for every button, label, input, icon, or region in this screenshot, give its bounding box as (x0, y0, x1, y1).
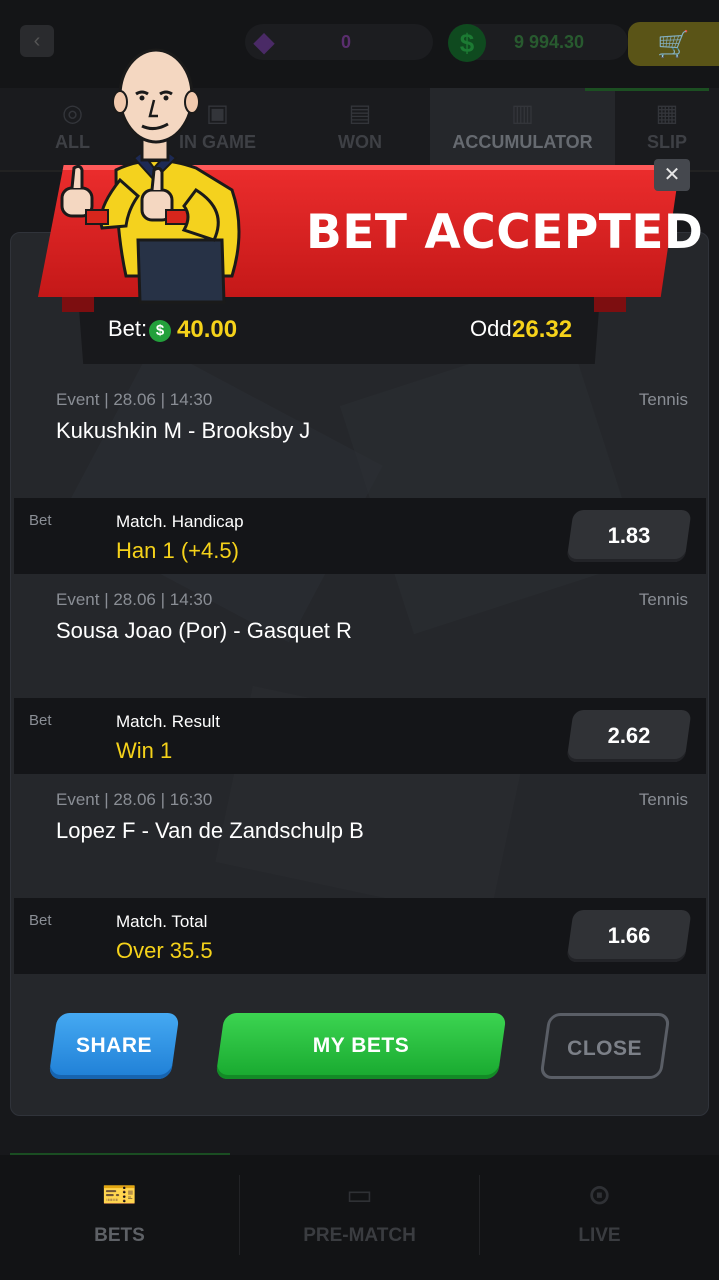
bottom-nav-label: PRE-MATCH (303, 1225, 416, 1246)
odd-badge: 1.83 (566, 510, 692, 562)
dollar-icon: $ (149, 320, 171, 342)
event-teams: Kukushkin M - Brooksby J (56, 418, 311, 443)
live-icon: ⊙ (587, 1179, 612, 1210)
close-button[interactable]: CLOSE (539, 1013, 671, 1079)
tab-active-indicator (585, 88, 709, 91)
share-button[interactable]: SHARE (48, 1013, 180, 1079)
odd-value: 1.83 (607, 523, 651, 548)
bottom-nav-divider (479, 1175, 480, 1255)
gem-balance-value: 0 (341, 32, 352, 52)
event-teams: Sousa Joao (Por) - Gasquet R (56, 618, 352, 643)
bet-tag: Bet (29, 712, 52, 729)
scoreboard-icon: ▭ (346, 1179, 373, 1210)
tab-label: ACCUMULATOR (452, 132, 593, 152)
mascot-thumbs-up-illustration (60, 48, 241, 304)
back-button[interactable]: ‹ (20, 25, 54, 57)
accumulator-icon: ▥ (511, 100, 534, 127)
bet-tag: Bet (29, 512, 52, 529)
cash-balance-value: 9 994.30 (514, 32, 585, 52)
gem-icon: ◆ (253, 26, 275, 57)
dollar-icon: $ (448, 24, 486, 62)
odd-badge: 2.62 (566, 710, 692, 762)
gem-balance: ◆ 0 (245, 24, 433, 60)
event-sport: Tennis (638, 790, 688, 809)
tab-won[interactable]: ▤ WON (290, 88, 430, 172)
event-sport: Tennis (638, 390, 688, 409)
bet-row: Bet Match. Result Win 1 2.62 (14, 698, 706, 774)
bet-market: Match. Total (116, 912, 208, 931)
tab-label: WON (338, 132, 382, 152)
event-row: Event | 28.06 | 16:30 Tennis Lopez F - V… (14, 780, 704, 900)
event-meta: Event | 28.06 | 14:30 (56, 390, 213, 409)
cash-balance: $ 9 994.30 (448, 24, 628, 62)
close-icon[interactable]: ✕ (654, 159, 690, 191)
total-odd-value: 26.32 (512, 316, 573, 343)
tab-label: SLIP (646, 132, 687, 152)
bottom-nav: 🎫 BETS ▭ PRE-MATCH ⊙ LIVE (0, 1155, 719, 1280)
tab-accumulator[interactable]: ▥ ACCUMULATOR (430, 88, 615, 172)
bottom-nav-pre-match[interactable]: ▭ PRE-MATCH (240, 1155, 479, 1280)
event-sport: Tennis (638, 590, 688, 609)
bottom-nav-live[interactable]: ⊙ LIVE (480, 1155, 719, 1280)
bet-tag: Bet (29, 912, 52, 929)
slip-icon: ▦ (655, 100, 679, 127)
stake-label: Bet: (108, 316, 148, 341)
bottom-nav-divider (239, 1175, 240, 1255)
event-meta: Event | 28.06 | 16:30 (56, 790, 213, 809)
ticket-icon: 🎫 (102, 1179, 137, 1210)
odd-value: 2.62 (607, 723, 651, 748)
bet-pick: Han 1 (+4.5) (116, 538, 239, 563)
close-button-label: CLOSE (567, 1037, 643, 1060)
stake-value: 40.00 (177, 316, 238, 343)
bet-market: Match. Result (116, 712, 220, 731)
share-button-label: SHARE (75, 1034, 152, 1057)
event-row: Event | 28.06 | 14:30 Tennis Kukushkin M… (14, 380, 704, 500)
event-row: Event | 28.06 | 14:30 Tennis Sousa Joao … (14, 580, 704, 700)
event-meta: Event | 28.06 | 14:30 (56, 590, 213, 609)
odd-badge: 1.66 (566, 910, 692, 962)
bottom-nav-label: LIVE (578, 1225, 621, 1246)
trophy-icon: ▤ (348, 100, 372, 127)
bet-row: Bet Match. Total Over 35.5 1.66 (14, 898, 706, 974)
event-teams: Lopez F - Van de Zandschulp B (56, 818, 364, 843)
bet-row: Bet Match. Handicap Han 1 (+4.5) 1.83 (14, 498, 706, 574)
bet-pick: Win 1 (116, 738, 173, 763)
my-bets-button[interactable]: MY BETS (215, 1013, 507, 1079)
bottom-nav-bets[interactable]: 🎫 BETS (0, 1155, 239, 1280)
bottom-nav-label: BETS (94, 1225, 145, 1246)
bet-pick: Over 35.5 (116, 938, 213, 963)
odd-value: 1.66 (607, 923, 651, 948)
banner-title: BET ACCEPTED (306, 205, 704, 260)
shop-cart-button[interactable]: 🛒 (628, 22, 719, 66)
total-odd-label: Odd: (470, 316, 518, 341)
my-bets-button-label: MY BETS (312, 1034, 410, 1057)
bet-market: Match. Handicap (116, 512, 244, 531)
